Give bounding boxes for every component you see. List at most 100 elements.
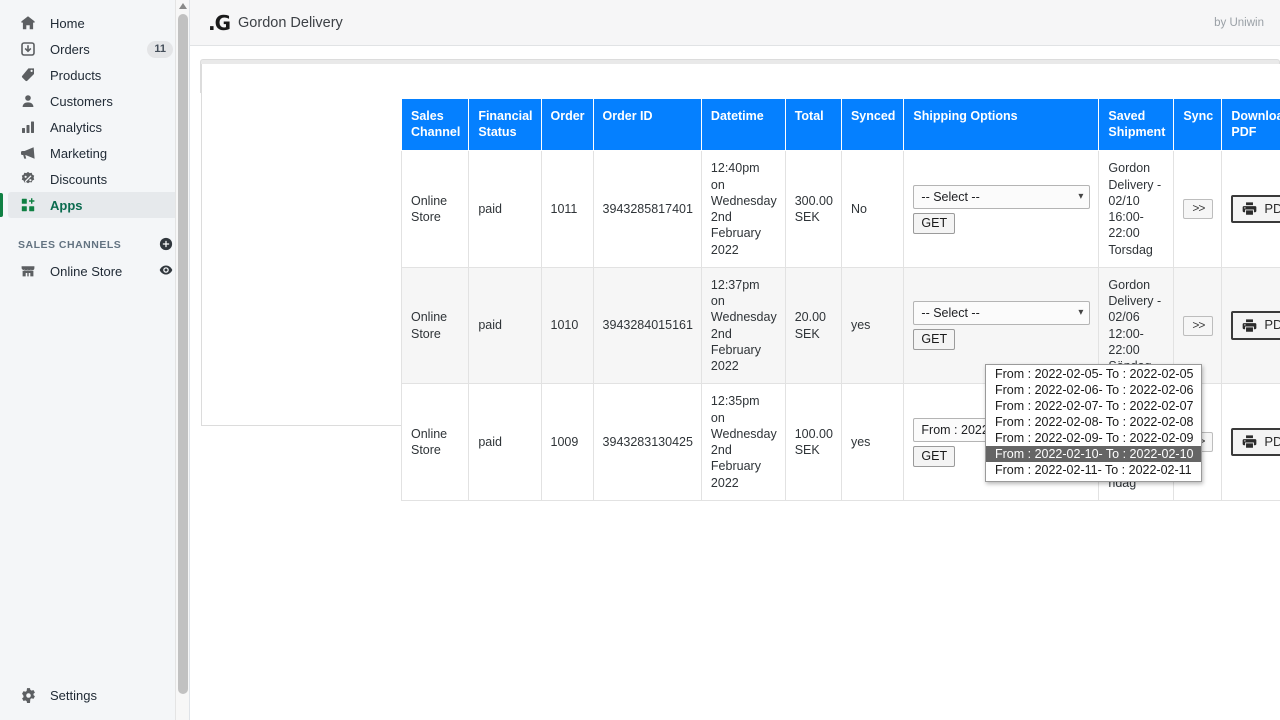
dropdown-option-selected[interactable]: From : 2022-02-10- To : 2022-02-10 <box>986 446 1201 462</box>
cell-financial-status: paid <box>468 383 542 501</box>
column-header-financial-status: Financial Status <box>468 97 542 152</box>
sales-channels-section-header: SALES CHANNELS <box>8 234 181 256</box>
main-content: .G Gordon Delivery by Uniwin Account Set… <box>190 0 1280 720</box>
download-pdf-label: PDF <box>1264 317 1280 333</box>
printer-icon <box>1242 318 1257 333</box>
cell-order-id: 3943285817401 <box>592 150 702 268</box>
sidebar-scrollbar[interactable] <box>175 0 189 720</box>
sidebar-item-label: Apps <box>50 197 83 213</box>
cell-synced: yes <box>840 383 905 501</box>
column-header-synced: Synced <box>840 97 905 152</box>
sync-button[interactable]: >> <box>1183 199 1214 219</box>
cell-datetime: 12:35pm on Wednesday 2nd February 2022 <box>700 383 786 501</box>
cell-order: 1010 <box>540 266 594 385</box>
sidebar-scrollbar-thumb[interactable] <box>178 14 188 694</box>
gordon-delivery-logo-icon: .G <box>208 10 231 35</box>
cell-order: 1009 <box>540 383 594 501</box>
cell-download-pdf: PDF <box>1221 383 1280 501</box>
get-button[interactable]: GET <box>913 212 956 234</box>
vendor-byline: by Uniwin <box>1214 16 1264 29</box>
cell-total: 300.00 SEK <box>784 150 842 268</box>
logo-letter: G <box>214 10 231 35</box>
sidebar-item-online-store[interactable]: Online Store <box>8 258 181 284</box>
cell-order: 1011 <box>540 150 594 268</box>
sidebar-item-products[interactable]: Products <box>8 62 181 88</box>
cell-total: 100.00 SEK <box>784 383 842 501</box>
shipping-options-select-value: -- Select -- <box>921 306 980 320</box>
printer-icon <box>1242 201 1257 216</box>
marketing-icon <box>18 143 38 163</box>
apps-icon <box>18 195 38 215</box>
column-header-total: Total <box>784 97 842 152</box>
add-sales-channel-icon[interactable] <box>159 237 173 254</box>
page-title: Gordon Delivery <box>238 14 343 31</box>
sidebar-item-label: Products <box>50 67 102 83</box>
column-header-sync: Sync <box>1173 97 1223 152</box>
cell-order-id: 3943283130425 <box>592 383 702 501</box>
get-button[interactable]: GET <box>913 329 956 350</box>
gear-icon <box>18 685 38 705</box>
cell-datetime: 12:40pm on Wednesday 2nd February 2022 <box>700 150 786 268</box>
customers-icon <box>18 91 38 111</box>
sidebar-item-label: Discounts <box>50 171 108 187</box>
download-pdf-button[interactable]: PDF <box>1231 427 1280 457</box>
home-icon <box>18 13 38 33</box>
chevron-down-icon: ▾ <box>1078 190 1084 202</box>
sidebar-item-apps[interactable]: Apps <box>0 192 181 218</box>
sidebar-item-label: Settings <box>50 687 97 703</box>
sidebar-item-analytics[interactable]: Analytics <box>8 114 181 140</box>
column-header-sales-channel: Sales Channel <box>400 97 470 152</box>
store-icon <box>18 261 38 281</box>
cell-download-pdf: PDF <box>1221 266 1280 385</box>
shipping-options-select[interactable]: -- Select -- ▾ <box>913 301 1091 325</box>
cell-datetime: 12:37pm on Wednesday 2nd February 2022 <box>700 266 786 385</box>
table-header-row: Sales Channel Financial Status Order Ord… <box>400 97 1280 152</box>
sidebar-item-home[interactable]: Home <box>8 10 181 36</box>
download-pdf-button[interactable]: PDF <box>1231 311 1280 340</box>
sync-button[interactable]: >> <box>1183 315 1214 336</box>
cell-saved-shipment: Gordon Delivery - 02/10 16:00-22:00 Tors… <box>1098 150 1175 268</box>
sidebar-item-label: Home <box>50 15 85 31</box>
shipping-options-dropdown-list[interactable]: From : 2022-02-05- To : 2022-02-05 From … <box>985 364 1202 482</box>
cell-financial-status: paid <box>468 150 542 268</box>
sidebar: Home Orders 11 Products Customers Analyt… <box>0 0 190 720</box>
download-pdf-button[interactable]: PDF <box>1231 194 1280 224</box>
cell-download-pdf: PDF <box>1221 150 1280 268</box>
sidebar-item-marketing[interactable]: Marketing <box>8 140 181 166</box>
column-header-saved-shipment: Saved Shipment <box>1098 97 1175 152</box>
shipping-options-select-value: -- Select -- <box>921 189 980 204</box>
cell-synced: No <box>840 150 905 268</box>
sidebar-item-label: Customers <box>50 93 113 109</box>
get-button[interactable]: GET <box>913 445 956 467</box>
orders-icon <box>18 39 38 59</box>
column-header-datetime: Datetime <box>700 97 786 152</box>
sidebar-item-discounts[interactable]: Discounts <box>8 166 181 192</box>
dropdown-option[interactable]: From : 2022-02-09- To : 2022-02-09 <box>986 430 1201 446</box>
sidebar-item-label: Analytics <box>50 119 103 135</box>
cell-total: 20.00 SEK <box>784 266 842 385</box>
cell-sync: >> <box>1173 150 1223 268</box>
orders-count-badge: 11 <box>147 40 173 58</box>
sidebar-item-label: Marketing <box>50 145 108 161</box>
dropdown-option[interactable]: From : 2022-02-11- To : 2022-02-11 <box>986 462 1201 478</box>
download-pdf-label: PDF <box>1264 433 1280 449</box>
column-header-order: Order <box>540 97 594 152</box>
cell-sales-channel: Online Store <box>400 383 470 501</box>
column-header-shipping-options: Shipping Options <box>903 97 1100 152</box>
cell-sales-channel: Online Store <box>400 150 470 268</box>
dropdown-option[interactable]: From : 2022-02-08- To : 2022-02-08 <box>986 414 1201 430</box>
dropdown-option[interactable]: From : 2022-02-07- To : 2022-02-07 <box>986 398 1201 414</box>
cell-financial-status: paid <box>468 266 542 385</box>
sidebar-item-orders[interactable]: Orders 11 <box>8 36 181 62</box>
scroll-up-arrow-icon[interactable] <box>176 0 190 12</box>
download-pdf-label: PDF <box>1264 200 1280 216</box>
analytics-icon <box>18 117 38 137</box>
cell-sales-channel: Online Store <box>400 266 470 385</box>
dropdown-option[interactable]: From : 2022-02-05- To : 2022-02-05 <box>986 366 1201 382</box>
sidebar-item-settings[interactable]: Settings <box>8 682 182 708</box>
printer-icon <box>1242 434 1257 449</box>
dropdown-option[interactable]: From : 2022-02-06- To : 2022-02-06 <box>986 382 1201 398</box>
sidebar-item-customers[interactable]: Customers <box>8 88 181 114</box>
preview-store-eye-icon[interactable] <box>159 263 173 280</box>
shipping-options-select[interactable]: -- Select -- ▾ <box>913 184 1091 209</box>
